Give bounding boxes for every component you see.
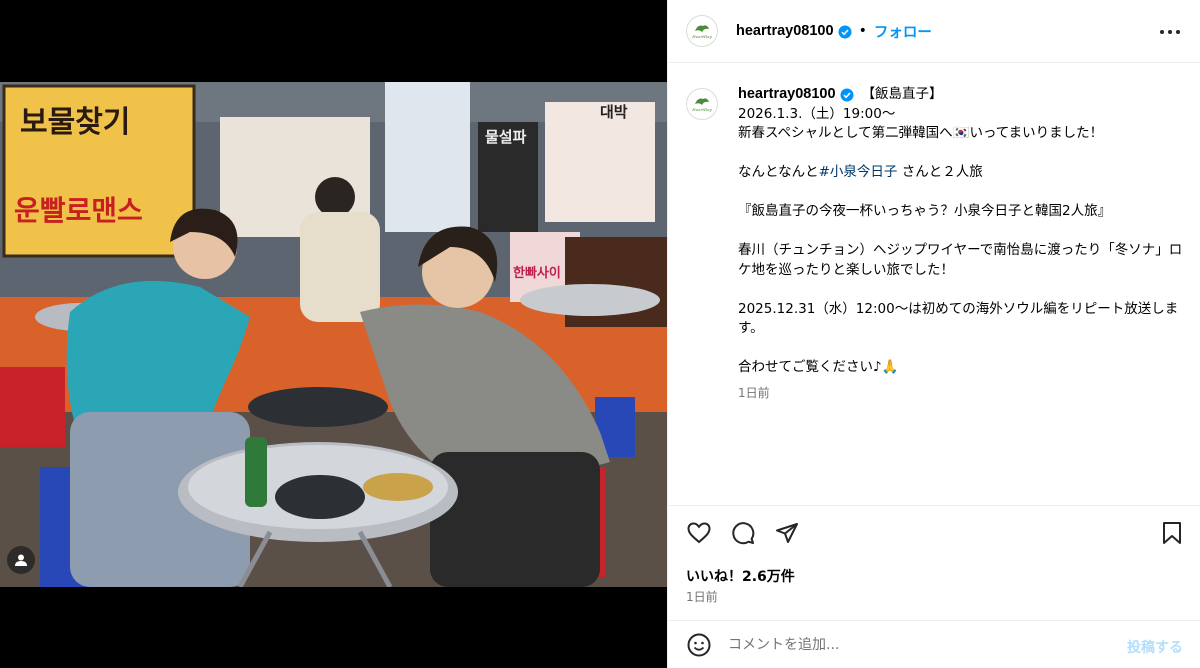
caption-text: なんとなんと [738, 164, 819, 180]
heart-icon[interactable] [686, 520, 712, 546]
verified-badge-icon [840, 88, 854, 102]
share-icon[interactable] [774, 520, 800, 546]
caption-title: 【飯島直子】 [861, 86, 943, 102]
caption-line: 春川（チュンチョン）へジップワイヤーで南怡島に渡ったり「冬ソナ」ロケ地を巡ったり… [738, 242, 1183, 278]
comment-bar: 投稿する [668, 620, 1200, 668]
post-date[interactable]: 1日前 [686, 588, 718, 605]
post-header: HeartRay heartray08100 • フォロー [668, 0, 1200, 63]
comment-input[interactable] [728, 637, 1098, 653]
verified-badge-icon [838, 24, 852, 39]
brand-logo-icon: HeartRay [691, 98, 712, 112]
caption-line: 2026.1.3.（土）19:00〜 [738, 105, 896, 122]
caption-line: 合わせてご覧ください♪🙏 [738, 359, 899, 375]
brand-logo-icon: HeartRay [691, 25, 712, 39]
post-caption: HeartRay heartray08100 【飯島直子】 2026.1.3.（… [686, 85, 1186, 505]
avatar[interactable]: HeartRay [686, 15, 718, 47]
separator-dot: • [858, 23, 867, 39]
caption-avatar[interactable]: HeartRay [686, 88, 718, 120]
tag-user-icon[interactable] [7, 546, 35, 574]
caption-username[interactable]: heartray08100 [738, 85, 836, 105]
wall-sign-1: 물설파 [485, 128, 527, 146]
hashtag-link[interactable]: #小泉今日子 [819, 164, 898, 180]
caption-mention-line: なんとなんと#小泉今日子 さんと２人旅 [738, 163, 1186, 183]
poster-title-2: 운빨로맨스 [14, 194, 143, 227]
bookmark-icon[interactable] [1159, 520, 1185, 546]
emoji-icon[interactable] [686, 632, 712, 658]
more-icon[interactable] [1159, 21, 1181, 43]
comment-icon[interactable] [730, 520, 756, 546]
caption-timestamp[interactable]: 1日前 [738, 384, 1186, 404]
post-photo[interactable]: 보물찾기 운빨로맨스 물설파 한빠사이 대박 [0, 82, 667, 587]
post-sidebar: HeartRay heartray08100 • フォロー HeartRay h… [667, 0, 1200, 668]
likes-count[interactable]: いいね！2.6万件 [686, 566, 795, 586]
caption-body: heartray08100 【飯島直子】 2026.1.3.（土）19:00〜 … [738, 85, 1186, 403]
svg-text:HeartRay: HeartRay [691, 107, 712, 112]
wall-sign-2: 대박 [600, 103, 628, 121]
poster-title-1: 보물찾기 [20, 105, 130, 140]
caption-text: さんと２人旅 [897, 164, 983, 180]
svg-text:HeartRay: HeartRay [691, 34, 712, 39]
caption-line: 2025.12.31（水）12:00〜は初めての海外ソウル編をリピート放送します… [738, 300, 1179, 337]
post-media[interactable]: 보물찾기 운빨로맨스 물설파 한빠사이 대박 [0, 0, 667, 668]
post-comment-button[interactable]: 投稿する [1127, 637, 1183, 657]
post-actions: いいね！2.6万件 1日前 投稿する [668, 505, 1200, 668]
wall-sign-3: 한빠사이 [513, 265, 561, 281]
caption-line: 新春スペシャルとして第二弾韓国へ🇰🇷いってまいりました！ [738, 125, 1104, 141]
follow-button[interactable]: フォロー [874, 21, 932, 42]
caption-line: 『飯島直子の今夜一杯いっちゃう？小泉今日子と韓国2人旅』 [738, 203, 1112, 219]
username[interactable]: heartray08100 [736, 23, 834, 39]
